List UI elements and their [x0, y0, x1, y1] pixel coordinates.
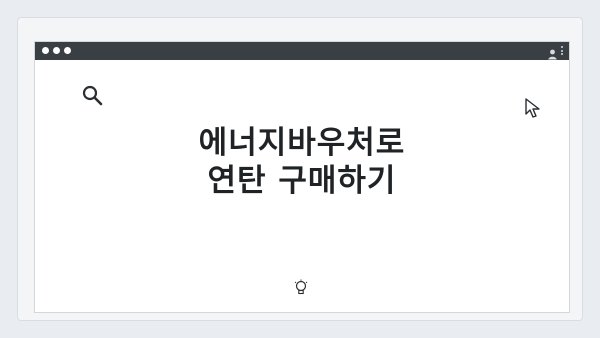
- window-minimize-dot[interactable]: [53, 47, 60, 54]
- page-background: 에너지바우처로 연탄 구매하기: [0, 0, 600, 338]
- user-icon[interactable]: [548, 45, 557, 60]
- lightbulb-icon: [293, 279, 309, 297]
- window-maximize-dot[interactable]: [64, 47, 71, 54]
- title-line-1: 에너지바우처로: [198, 125, 406, 161]
- titlebar-actions: [548, 45, 563, 60]
- window-close-dot[interactable]: [42, 47, 49, 54]
- kebab-menu-icon[interactable]: [561, 46, 563, 55]
- browser-window: 에너지바우처로 연탄 구매하기: [34, 41, 570, 313]
- title-line-2: 연탄 구매하기: [207, 163, 397, 199]
- cursor-pointer-icon: [523, 97, 545, 119]
- page-title: 에너지바우처로 연탄 구매하기: [35, 124, 569, 200]
- window-controls: [42, 47, 71, 54]
- search-icon[interactable]: [81, 84, 105, 108]
- window-titlebar: [35, 42, 569, 60]
